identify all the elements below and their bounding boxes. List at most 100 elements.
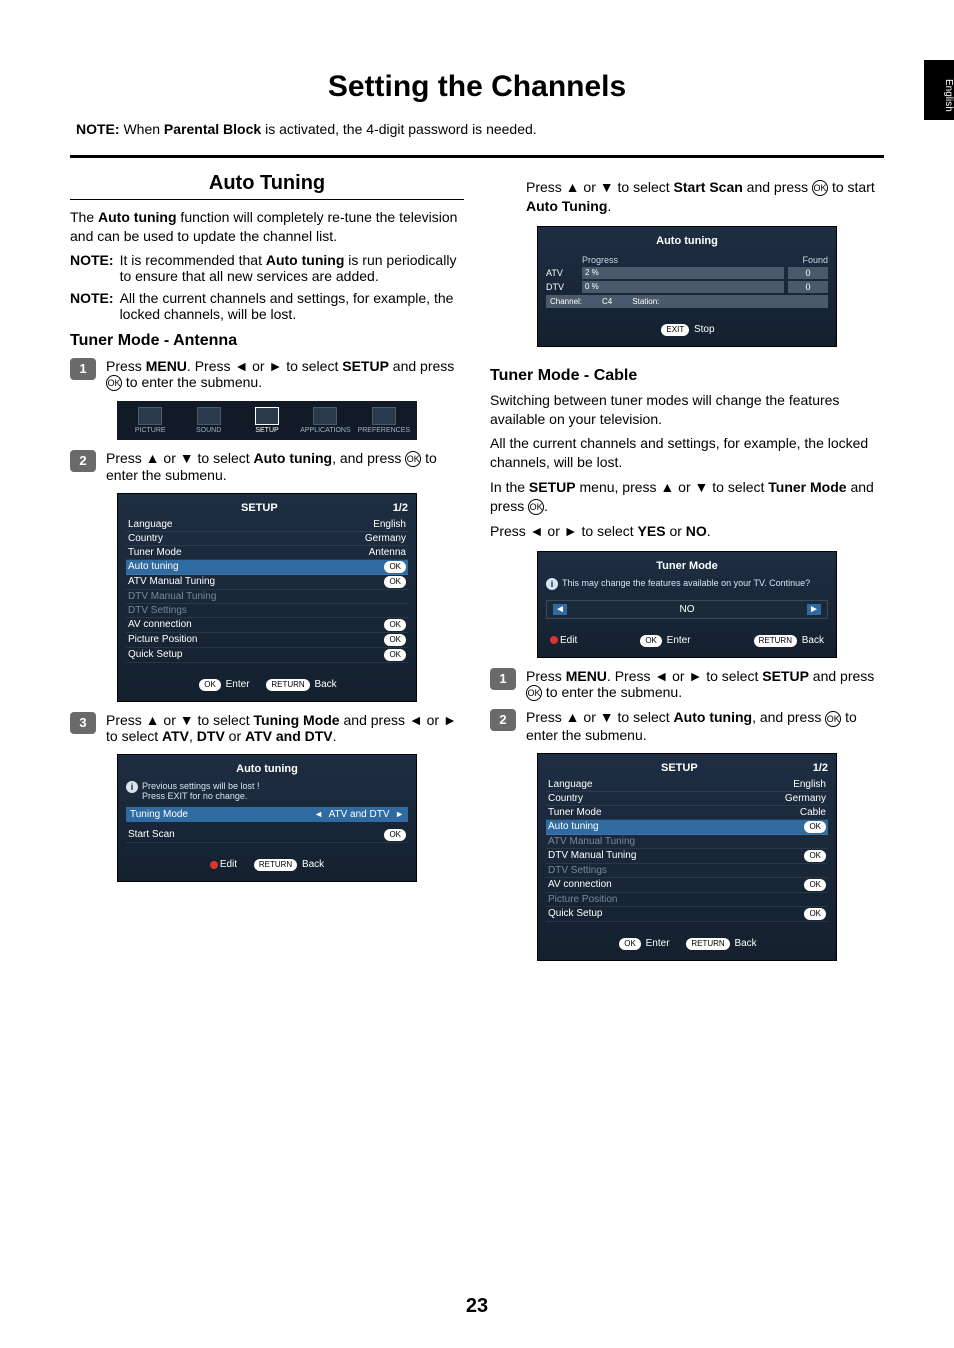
divider <box>70 155 884 158</box>
ok-pill-icon: OK <box>804 821 826 833</box>
osd-warning: i This may change the features available… <box>546 578 828 590</box>
page-number: 23 <box>0 1295 954 1318</box>
ok-pill-icon: OK <box>384 561 406 573</box>
row-language: Language English <box>126 518 408 532</box>
t: In the <box>490 479 529 495</box>
cable-p2: All the current channels and settings, f… <box>490 434 884 472</box>
selector-value: NO <box>680 604 695 615</box>
osd-page: 1/2 <box>813 762 828 774</box>
osd-title-row: SETUP 1/2 <box>546 760 828 778</box>
antenna-step-2: 2 Press ▲ or ▼ to select Auto tuning, an… <box>70 450 464 483</box>
osd-footer: Edit OK Enter RETURN Back <box>546 635 828 647</box>
l: Quick Setup <box>128 649 182 661</box>
ok-pill-icon: OK <box>199 679 221 691</box>
auto-tuning-intro: The Auto tuning function will completely… <box>70 208 464 246</box>
ok-pill-icon: OK <box>619 938 641 950</box>
dtv-bar: 0 % <box>582 281 784 293</box>
antenna-step-3: 3 Press ▲ or ▼ to select Tuning Mode and… <box>70 712 464 744</box>
step3-body: Press ▲ or ▼ to select Tuning Mode and p… <box>106 712 464 744</box>
note-text-post: is activated, the 4-digit password is ne… <box>261 121 537 137</box>
t: and press <box>389 358 454 374</box>
intro-bold: Auto tuning <box>98 209 177 225</box>
osd-menu-iconbar: PICTURE SOUND SETUP APPLICATIONS PREFERE… <box>117 401 417 440</box>
step-number-1-icon: 1 <box>490 668 516 690</box>
progress-header: ProgressFound <box>546 255 828 265</box>
iconbar-label: SOUND <box>196 427 221 434</box>
row-channel: Channel: C4 Station: <box>546 295 828 308</box>
osd-footer: Edit RETURN Back <box>126 859 408 871</box>
subhead-cable: Tuner Mode - Cable <box>490 367 884 385</box>
t: . <box>607 198 611 214</box>
t: Auto tuning <box>236 763 298 775</box>
antenna-step-1: 1 Press MENU. Press ◄ or ► to select SET… <box>70 358 464 391</box>
row-quick-setup: Quick SetupOK <box>126 648 408 663</box>
l: DTV Settings <box>548 865 607 876</box>
ok-icon: OK <box>825 711 841 727</box>
note-label: NOTE: <box>76 121 120 137</box>
footer-edit-group: Edit <box>550 635 577 647</box>
row-auto-tuning: Auto tuning OK <box>546 820 828 835</box>
t: ATV <box>162 728 189 744</box>
v: Germany <box>365 533 406 544</box>
v: Cable <box>800 807 826 818</box>
t: . Press ◄ or ► to select <box>607 668 762 684</box>
step2c-body: Press ▲ or ▼ to select Auto tuning, and … <box>526 709 884 742</box>
t: . Press ◄ or ► to select <box>187 358 342 374</box>
t: ATV and DTV <box>245 728 333 744</box>
row-av-connection: AV connectionOK <box>546 878 828 893</box>
t: Press ▲ or ▼ to select <box>106 450 254 466</box>
intro-pre: The <box>70 209 98 225</box>
top-note: NOTE: When Parental Block is activated, … <box>70 120 884 145</box>
l: Auto tuning <box>548 821 599 833</box>
osd-setup-cable: SETUP 1/2 LanguageEnglish CountryGermany… <box>537 753 837 961</box>
t: Press <box>106 358 146 374</box>
t: and press <box>809 668 874 684</box>
row-language: LanguageEnglish <box>546 778 828 792</box>
t: menu, press ▲ or ▼ to select <box>576 479 769 495</box>
info-icon: i <box>546 578 558 590</box>
note1-bold: Auto tuning <box>266 252 345 268</box>
t: YES <box>638 523 666 539</box>
l: Auto tuning <box>128 561 179 573</box>
osd-title: SETUP <box>661 762 698 774</box>
t: Press ▲ or ▼ to select <box>526 709 674 725</box>
atv-pct: 2 % <box>585 268 599 277</box>
channel-value: C4 <box>602 297 612 306</box>
row-picture-position: Picture PositionOK <box>126 633 408 648</box>
row-tuner-mode: Tuner ModeCable <box>546 806 828 820</box>
t: to start <box>828 179 875 195</box>
ok-icon: OK <box>526 685 542 701</box>
row-dtv-manual: DTV Manual TuningOK <box>546 849 828 864</box>
t: Press ▲ or ▼ to select <box>106 712 254 728</box>
section-heading-auto-tuning: Auto Tuning <box>70 172 464 200</box>
v: English <box>793 779 826 790</box>
l: Language <box>128 519 173 530</box>
step1c-body: Press MENU. Press ◄ or ► to select SETUP… <box>526 668 884 701</box>
v: English <box>373 519 406 530</box>
right-column: Press ▲ or ▼ to select Start Scan and pr… <box>490 172 884 971</box>
osd-tuner-mode: Tuner Mode i This may change the feature… <box>537 551 837 658</box>
t: MENU <box>566 668 607 684</box>
note2-label: NOTE: <box>70 290 114 322</box>
ok-pill-icon: OK <box>804 850 826 862</box>
row-country: CountryGermany <box>126 532 408 546</box>
l: Picture Position <box>128 634 197 646</box>
note2-body: All the current channels and settings, f… <box>120 290 464 322</box>
t: Auto Tuning <box>526 198 607 214</box>
cable-step-2: 2 Press ▲ or ▼ to select Auto tuning, an… <box>490 709 884 742</box>
step-number-2-icon: 2 <box>490 709 516 731</box>
l: DTV Settings <box>128 605 187 616</box>
channel-label: Channel: <box>550 297 582 306</box>
osd-warning: i Previous settings will be lost ! Press… <box>126 781 408 801</box>
row-dtv: DTV 0 % 0 <box>546 281 828 293</box>
w2: Press EXIT for no change. <box>142 791 260 801</box>
l: Tuning Mode <box>130 809 188 820</box>
preferences-icon <box>372 407 396 425</box>
iconbar-label: PREFERENCES <box>358 427 411 434</box>
l: AV connection <box>548 879 612 891</box>
osd-title: Auto tuning <box>126 761 408 779</box>
atv-found: 0 <box>788 267 828 279</box>
row-atv: ATV 2 % 0 <box>546 267 828 279</box>
footer-enter: Enter <box>667 635 691 646</box>
iconbar-setup: SETUP <box>238 407 296 434</box>
